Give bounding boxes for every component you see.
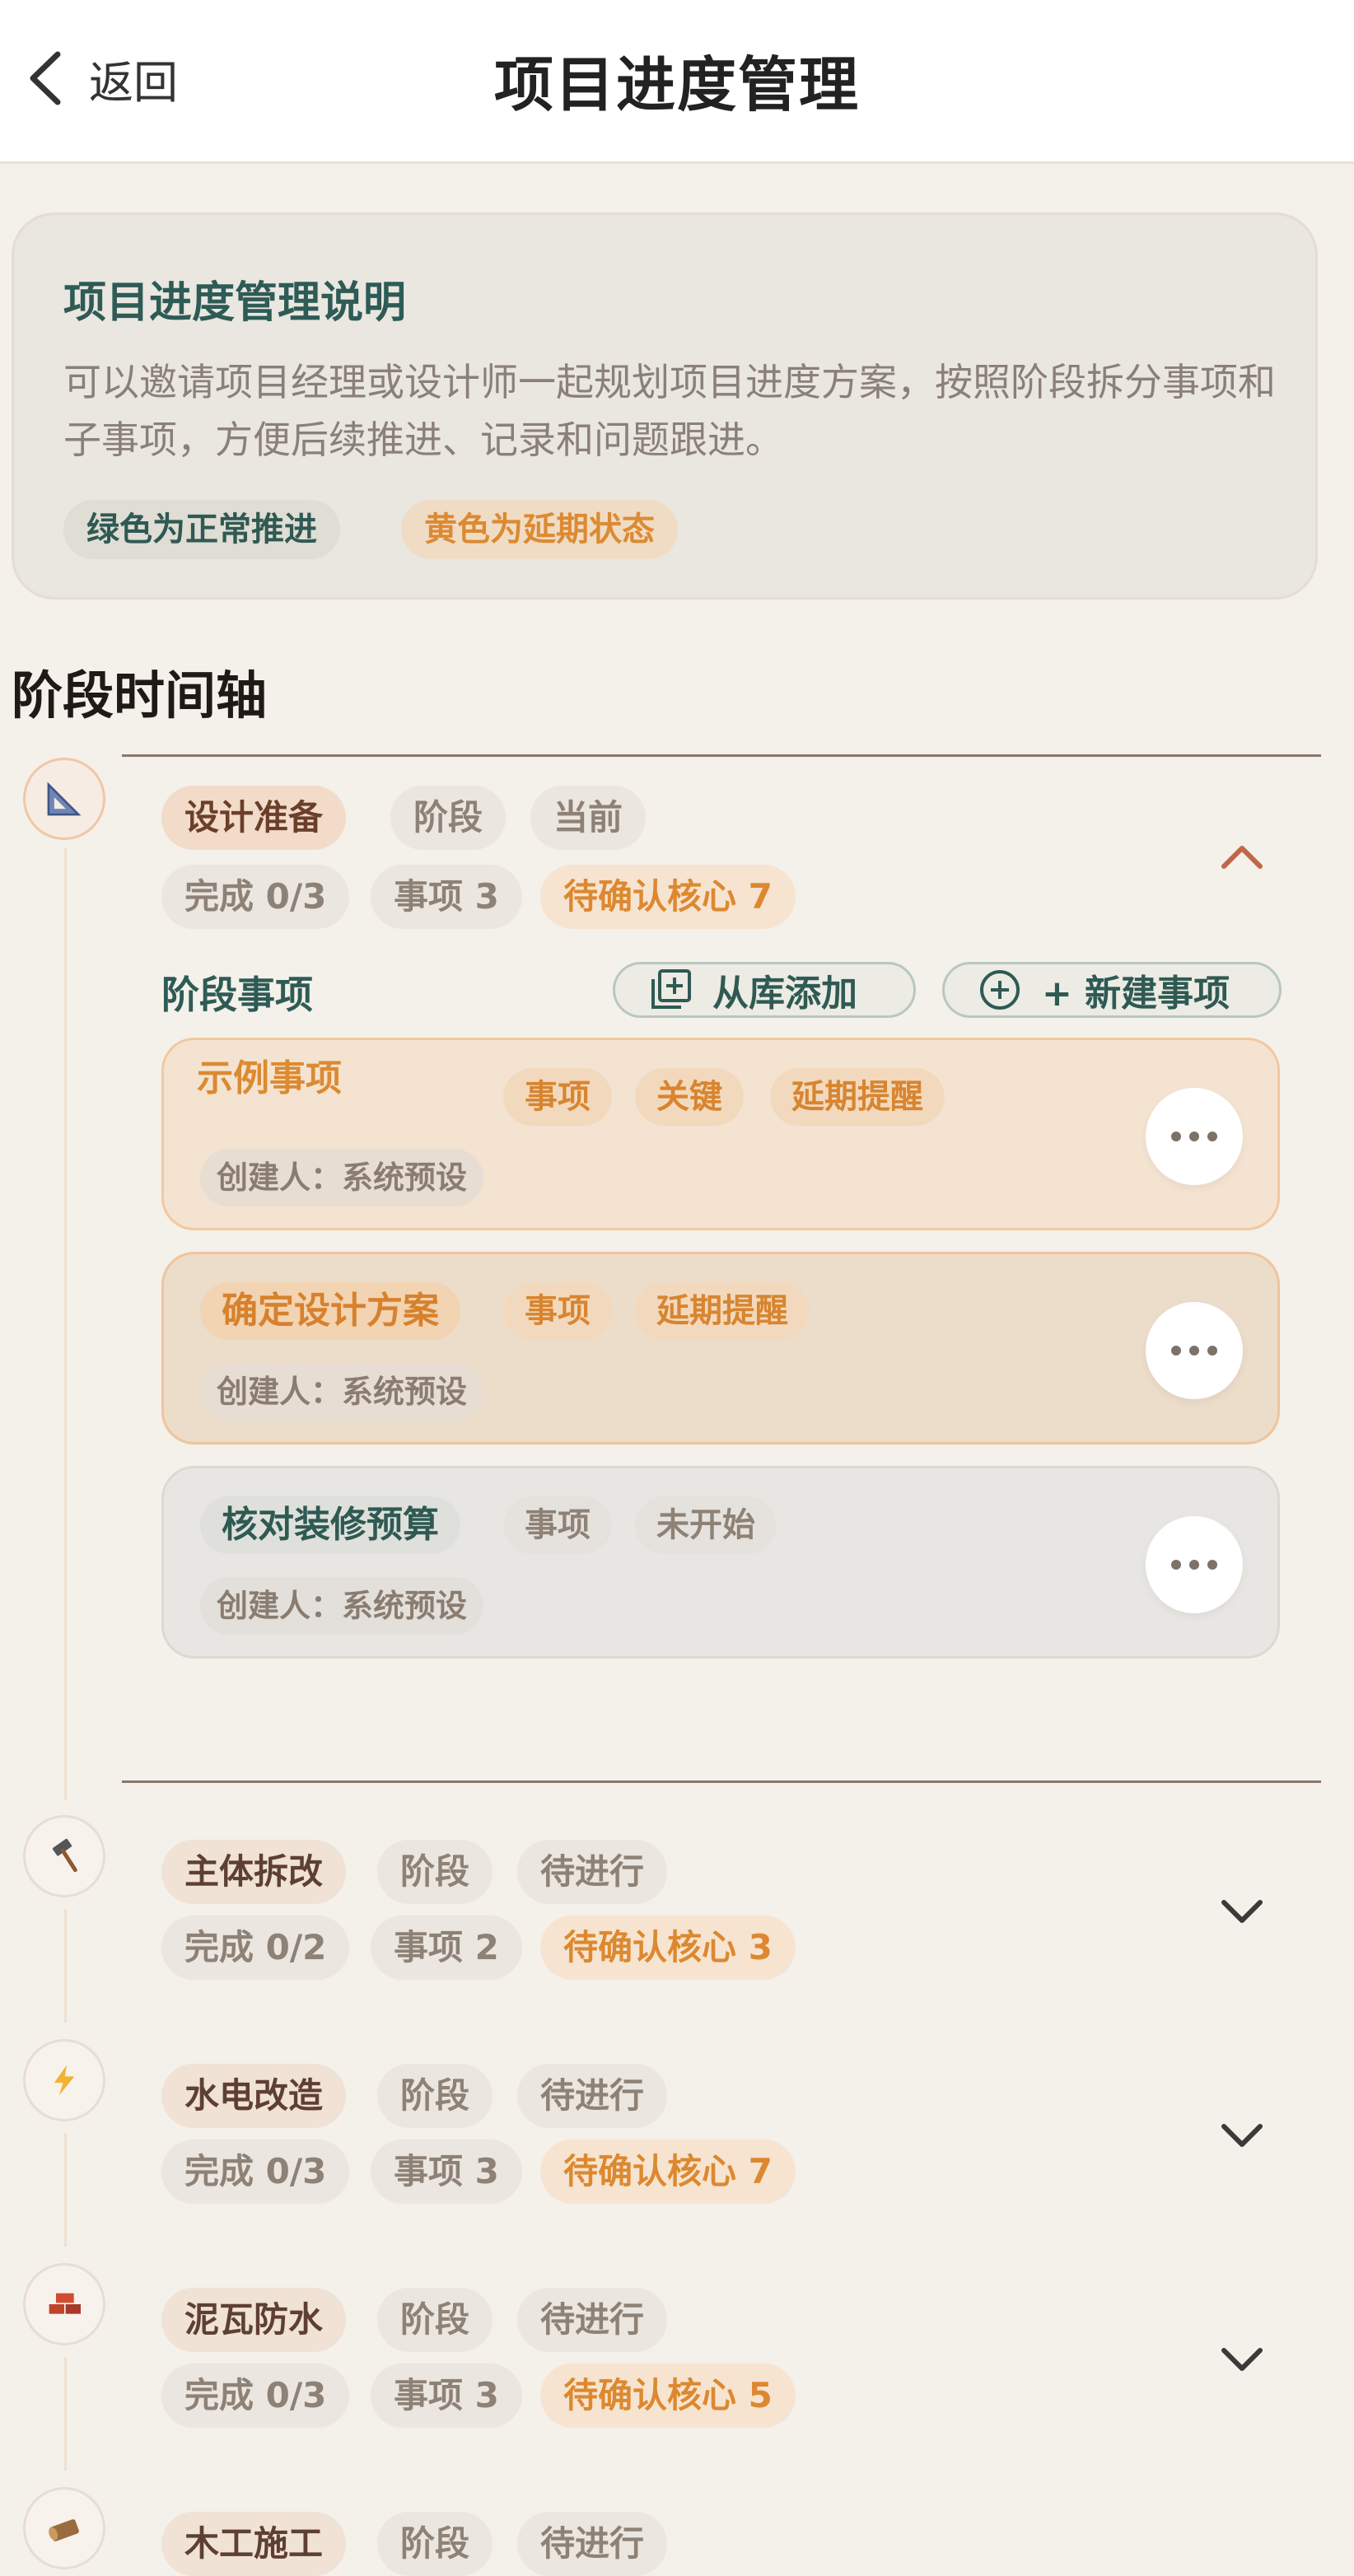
stage-items-badge: 事项 3	[371, 2140, 522, 2204]
stage-name: 泥瓦防水	[161, 2288, 347, 2352]
stage-type-badge: 阶段	[377, 1840, 493, 1904]
new-item-button[interactable]: + 新建事项	[942, 962, 1282, 1018]
more-button[interactable]	[1146, 1516, 1243, 1613]
stage-name: 设计准备	[161, 786, 347, 850]
stage-items-label: 阶段事项	[161, 973, 313, 1017]
stage-items-badge: 事项 2	[371, 1916, 522, 1980]
stage-status-badge: 待进行	[517, 2288, 668, 2352]
stage-type-badge: 阶段	[377, 2064, 493, 2128]
item-name: 核对装修预算	[200, 1496, 460, 1554]
more-dots-icon	[1171, 1560, 1217, 1570]
item-overlay-label: 示例事项	[197, 1057, 342, 1099]
wood-icon	[23, 2487, 105, 2569]
stage-progress-badge: 完成 0/3	[161, 865, 350, 929]
stage-pending-badge: 待确认核心 7	[540, 2140, 796, 2204]
stage-progress-badge: 完成 0/2	[161, 1916, 350, 1980]
plus-circle-icon	[980, 970, 1020, 1010]
stage-items-badge: 事项 3	[371, 2364, 522, 2428]
timeline-line	[64, 2357, 67, 2471]
stage-name: 木工施工	[161, 2512, 347, 2576]
item-card[interactable]: 核对装修预算 事项 未开始 创建人：系统预设	[161, 1466, 1280, 1659]
chevron-down-icon[interactable]	[1217, 1886, 1267, 1935]
item-creator: 创建人：系统预设	[200, 1149, 484, 1206]
chevron-down-icon[interactable]	[1217, 2110, 1267, 2159]
stage-status-badge: 待进行	[517, 1840, 668, 1904]
more-dots-icon	[1171, 1132, 1217, 1141]
stage-pending-badge: 待确认核心 5	[540, 2364, 796, 2428]
add-from-library-button[interactable]: 从库添加	[613, 962, 916, 1018]
timeline-line	[64, 848, 67, 1800]
chevron-up-icon[interactable]	[1217, 832, 1267, 881]
item-type-badge: 事项	[503, 1068, 612, 1126]
legend-tag-green: 绿色为正常推进	[63, 500, 340, 559]
legend-tag-yellow: 黄色为延期状态	[401, 500, 678, 559]
item-alert-badge: 延期提醒	[635, 1282, 810, 1340]
new-item-label: + 新建事项	[1042, 973, 1230, 1015]
stage-pending-badge: 待确认核心 3	[540, 1916, 796, 1980]
item-type-badge: 事项	[503, 1496, 612, 1554]
intro-description: 可以邀请项目经理或设计师一起规划项目进度方案，按照阶段拆分事项和子事项，方便后续…	[63, 360, 1276, 462]
item-key-badge: 关键	[635, 1068, 744, 1126]
add-from-library-label: 从库添加	[712, 973, 857, 1015]
intro-card: 项目进度管理说明 可以邀请项目经理或设计师一起规划项目进度方案，按照阶段拆分事项…	[12, 212, 1318, 600]
item-card[interactable]: 确定设计方案 事项 延期提醒 创建人：系统预设	[161, 1252, 1280, 1444]
triangle-ruler-icon	[23, 758, 105, 840]
stage-status-badge: 待进行	[517, 2512, 668, 2576]
stage-pending-badge: 待确认核心 7	[540, 865, 796, 929]
item-creator: 创建人：系统预设	[200, 1577, 484, 1635]
item-status-badge: 未开始	[635, 1496, 777, 1554]
stage-name: 主体拆改	[161, 1840, 347, 1904]
stage-divider	[122, 1780, 1321, 1783]
lightning-icon	[23, 2039, 105, 2121]
stage-progress-badge: 完成 0/3	[161, 2364, 350, 2428]
bricks-icon	[23, 2263, 105, 2345]
stage-status-badge: 待进行	[517, 2064, 668, 2128]
stage-items-badge: 事项 3	[371, 865, 522, 929]
hammer-icon	[23, 1815, 105, 1897]
top-bar: 返回 项目进度管理	[0, 0, 1354, 164]
stage-name: 水电改造	[161, 2064, 347, 2128]
intro-title: 项目进度管理说明	[63, 278, 407, 328]
item-creator: 创建人：系统预设	[200, 1363, 484, 1421]
stage-status-badge: 当前	[530, 786, 647, 850]
stage-type-badge: 阶段	[377, 2288, 493, 2352]
timeline-title: 阶段时间轴	[12, 665, 268, 726]
more-button[interactable]	[1146, 1088, 1243, 1185]
stage-progress-badge: 完成 0/3	[161, 2140, 350, 2204]
item-alert-badge: 延期提醒	[770, 1068, 945, 1126]
timeline-line	[64, 2133, 67, 2247]
page-title: 项目进度管理	[493, 50, 860, 119]
item-card[interactable]: 示例事项 事项 关键 延期提醒 创建人：系统预设	[161, 1038, 1280, 1230]
stage-type-badge: 阶段	[377, 2512, 493, 2576]
item-name: 确定设计方案	[200, 1282, 460, 1340]
stage-type-badge: 阶段	[390, 786, 507, 850]
stage-divider	[122, 754, 1321, 757]
more-button[interactable]	[1146, 1302, 1243, 1399]
library-add-icon	[651, 969, 691, 1009]
item-type-badge: 事项	[503, 1282, 612, 1340]
more-dots-icon	[1171, 1346, 1217, 1356]
timeline-line	[64, 1909, 67, 2023]
chevron-down-icon[interactable]	[1217, 2334, 1267, 2383]
